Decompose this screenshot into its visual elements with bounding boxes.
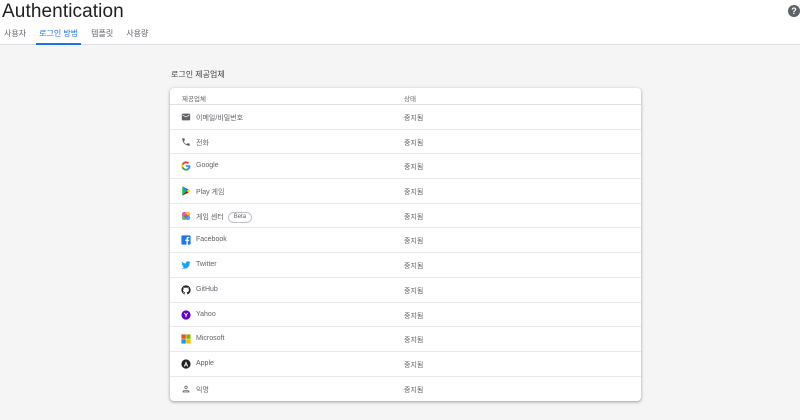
provider-status: 중지됨 [404, 238, 424, 246]
google-icon [181, 161, 191, 171]
provider-label: Google [196, 162, 219, 170]
provider-label: Yahoo [196, 310, 216, 318]
facebook-icon [181, 235, 191, 246]
provider-label: 게임 센터 Beta [196, 211, 253, 223]
apple-icon [181, 359, 191, 369]
provider-status: 중지됨 [404, 312, 424, 320]
provider-label: 익명 [196, 386, 209, 394]
tab-sign-in-method[interactable]: 로그인 방법 [34, 28, 83, 45]
provider-label: Facebook [196, 236, 227, 244]
column-header-provider: 제공업체 [182, 96, 206, 103]
provider-status: 중지됨 [404, 361, 424, 369]
provider-label: Twitter [196, 261, 217, 269]
table-header: 제공업체 상태 [170, 88, 641, 105]
phone-icon [181, 137, 191, 147]
tab-templates[interactable]: 템플릿 [86, 28, 118, 45]
twitter-icon [181, 260, 191, 270]
provider-row-email[interactable]: 이메일/비밀번호 중지됨 [170, 105, 641, 130]
provider-row-facebook[interactable]: Facebook 중지됨 [170, 228, 641, 254]
provider-row-microsoft[interactable]: Microsoft 중지됨 [170, 327, 641, 352]
provider-label: 이메일/비밀번호 [196, 115, 244, 122]
provider-row-play-games[interactable]: Play 게임 중지됨 [170, 179, 641, 204]
providers-table: 제공업체 상태 이메일/비밀번호 중지됨 전화 중지됨 Google 중지됨 P… [170, 88, 641, 401]
tab-bar: 사용자 로그인 방법 템플릿 사용량 [0, 28, 156, 45]
provider-status: 중지됨 [404, 386, 424, 394]
provider-label: Apple [196, 359, 214, 367]
github-icon [181, 285, 191, 295]
provider-status: 중지됨 [404, 164, 424, 172]
provider-row-game-center[interactable]: 게임 센터 Beta 중지됨 [170, 204, 641, 229]
help-circle-icon[interactable]: ? [788, 5, 800, 17]
provider-status: 중지됨 [404, 139, 424, 147]
provider-row-phone[interactable]: 전화 중지됨 [170, 130, 641, 155]
email-icon [181, 112, 191, 122]
provider-row-google[interactable]: Google 중지됨 [170, 154, 641, 180]
tab-users[interactable]: 사용자 [0, 28, 31, 45]
provider-status: 중지됨 [404, 213, 424, 221]
provider-status: 중지됨 [404, 263, 424, 271]
provider-row-twitter[interactable]: Twitter 중지됨 [170, 253, 641, 278]
provider-status: 중지됨 [404, 337, 424, 345]
provider-label-text: 게임 센터 [196, 213, 224, 221]
provider-label: Play 게임 [196, 189, 225, 197]
provider-label: 전화 [196, 139, 209, 147]
yahoo-icon [181, 309, 191, 320]
play-games-icon [181, 186, 191, 196]
section-title: 로그인 제공업체 [171, 70, 225, 79]
provider-label: GitHub [196, 285, 218, 293]
provider-status: 중지됨 [404, 287, 424, 295]
provider-label: Microsoft [196, 335, 225, 343]
page-title: Authentication [2, 1, 124, 22]
microsoft-icon [181, 334, 191, 344]
provider-row-yahoo[interactable]: Yahoo 중지됨 [170, 303, 641, 328]
tab-usage[interactable]: 사용량 [121, 28, 153, 45]
provider-row-apple[interactable]: Apple 중지됨 [170, 352, 641, 377]
provider-status: 중지됨 [404, 189, 424, 197]
provider-row-github[interactable]: GitHub 중지됨 [170, 278, 641, 303]
provider-row-anonymous[interactable]: 익명 중지됨 [170, 377, 641, 401]
column-header-status: 상태 [404, 96, 416, 103]
provider-status: 중지됨 [404, 115, 424, 122]
top-header: Authentication ? 사용자 로그인 방법 템플릿 사용량 [0, 0, 800, 45]
anonymous-user-icon [181, 384, 191, 394]
game-center-icon [181, 211, 191, 221]
beta-badge: Beta [227, 211, 253, 223]
